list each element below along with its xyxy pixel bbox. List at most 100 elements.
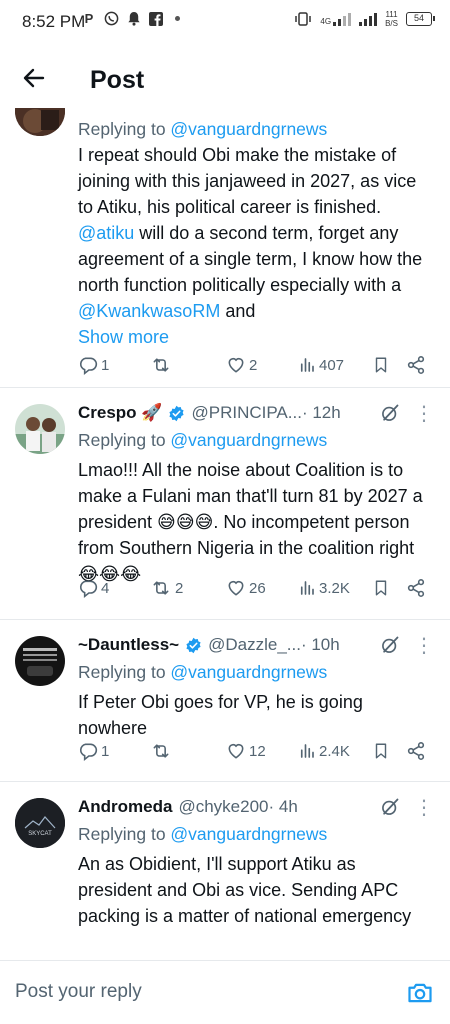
reply-composer: Post your reply bbox=[0, 960, 450, 1024]
replying-to: Replying to @vanguardngrnews bbox=[78, 427, 434, 453]
post-actions: 1 12 2.4K bbox=[78, 738, 434, 764]
share-icon bbox=[407, 742, 425, 760]
reply-post-1[interactable]: Replying to @vanguardngrnews I repeat sh… bbox=[0, 108, 450, 388]
user-handle[interactable]: @Dazzle_... bbox=[208, 635, 301, 655]
avatar-image bbox=[15, 108, 65, 136]
replying-mention-link[interactable]: @vanguardngrnews bbox=[170, 430, 327, 450]
grok-button[interactable] bbox=[378, 399, 402, 427]
bookmark-button[interactable] bbox=[372, 738, 390, 764]
avatar[interactable]: SKYCAT bbox=[15, 798, 65, 848]
status-bar: 8:52 PM P 4G 111 B/S 54 bbox=[0, 0, 450, 44]
post-time[interactable]: · 12h bbox=[302, 403, 341, 423]
reply-post-4[interactable]: SKYCAT Andromeda @chyke200 · 4h ⋮ Replyi… bbox=[0, 782, 450, 960]
display-name[interactable]: Andromeda bbox=[78, 797, 172, 817]
repost-button[interactable] bbox=[150, 352, 175, 378]
share-icon bbox=[407, 579, 425, 597]
avatar[interactable] bbox=[15, 404, 65, 454]
reply-feed[interactable]: Replying to @vanguardngrnews I repeat sh… bbox=[0, 108, 450, 960]
camera-button[interactable] bbox=[406, 979, 434, 1007]
replying-mention-link[interactable]: @vanguardngrnews bbox=[170, 119, 327, 139]
reply-post-3[interactable]: ~Dauntless~ @Dazzle_... · 10h ⋮ Replying… bbox=[0, 620, 450, 782]
display-name[interactable]: Crespo 🚀 bbox=[78, 403, 162, 423]
views-button[interactable]: 407 bbox=[298, 352, 344, 378]
view-count: 3.2K bbox=[319, 579, 350, 597]
post-content: Andromeda @chyke200 · 4h ⋮ Replying to @… bbox=[78, 793, 434, 929]
grok-button[interactable] bbox=[378, 793, 402, 821]
views-chart-icon bbox=[300, 358, 314, 372]
post-actions: 4 2 26 3.2K bbox=[78, 575, 434, 601]
more-options-icon[interactable]: ⋮ bbox=[414, 793, 434, 821]
bookmark-button[interactable] bbox=[372, 575, 390, 601]
views-button[interactable]: 2.4K bbox=[298, 738, 350, 764]
replying-to: Replying to @vanguardngrnews bbox=[78, 659, 434, 685]
avatar[interactable] bbox=[15, 636, 65, 686]
post-text: An as Obidient, I'll support Atiku as pr… bbox=[78, 854, 412, 926]
share-button[interactable] bbox=[406, 575, 426, 601]
signal-bars-1 bbox=[333, 12, 352, 26]
speed-unit: B/S bbox=[385, 19, 398, 28]
views-chart-icon bbox=[300, 744, 314, 758]
network-label: 4G bbox=[320, 17, 332, 26]
display-name[interactable]: ~Dauntless~ bbox=[78, 635, 179, 655]
reply-button[interactable]: 1 bbox=[78, 352, 109, 378]
replying-mention-link[interactable]: @vanguardngrnews bbox=[170, 824, 327, 844]
arrow-left-icon bbox=[23, 68, 45, 88]
like-button[interactable]: 12 bbox=[226, 738, 266, 764]
verified-badge-icon bbox=[186, 637, 201, 653]
like-button[interactable]: 2 bbox=[226, 352, 257, 378]
repost-icon bbox=[153, 744, 169, 758]
bookmark-button[interactable] bbox=[372, 352, 390, 378]
reply-icon bbox=[79, 743, 98, 761]
share-button[interactable] bbox=[406, 352, 426, 378]
share-button[interactable] bbox=[406, 738, 426, 764]
heart-icon bbox=[228, 357, 244, 373]
reply-count: 4 bbox=[101, 579, 110, 597]
replying-label: Replying to bbox=[78, 430, 171, 450]
whatsapp-icon bbox=[104, 11, 119, 26]
repost-button[interactable] bbox=[150, 738, 175, 764]
post-actions: 1 2 407 bbox=[78, 352, 434, 378]
post-text-segment: I repeat should Obi make the mistake of … bbox=[78, 145, 417, 217]
facebook-icon bbox=[149, 11, 163, 26]
views-button[interactable]: 3.2K bbox=[298, 575, 350, 601]
grok-button[interactable] bbox=[378, 631, 402, 659]
post-time[interactable]: · 10h bbox=[301, 635, 340, 655]
heart-icon bbox=[228, 580, 244, 596]
avatar-label: SKYCAT bbox=[28, 831, 52, 837]
replying-mention-link[interactable]: @vanguardngrnews bbox=[170, 662, 327, 682]
more-options-icon[interactable]: ⋮ bbox=[414, 399, 434, 427]
view-count: 407 bbox=[319, 356, 345, 374]
top-bar: Post bbox=[0, 44, 450, 108]
back-button[interactable] bbox=[16, 60, 52, 96]
reply-count: 1 bbox=[101, 356, 110, 374]
reply-post-2[interactable]: Crespo 🚀 @PRINCIPA... · 12h ⋮ Replying t… bbox=[0, 388, 450, 620]
post-content: ~Dauntless~ @Dazzle_... · 10h ⋮ Replying… bbox=[78, 631, 434, 741]
repost-icon bbox=[153, 358, 169, 372]
user-handle[interactable]: @PRINCIPA... bbox=[191, 403, 301, 423]
mention-link-atiku[interactable]: @atiku bbox=[78, 223, 134, 243]
mention-link-kwankwaso[interactable]: @KwankwasoRM bbox=[78, 301, 220, 321]
reply-count: 1 bbox=[101, 742, 110, 760]
status-time: 8:52 PM bbox=[22, 12, 86, 31]
repost-button[interactable]: 2 bbox=[150, 575, 183, 601]
p-app-icon: P bbox=[84, 10, 94, 26]
signal-bars-2 bbox=[359, 12, 378, 26]
avatar[interactable] bbox=[15, 108, 65, 136]
user-handle[interactable]: @chyke200 bbox=[178, 797, 268, 817]
replying-label: Replying to bbox=[78, 119, 171, 139]
more-options-icon[interactable]: ⋮ bbox=[414, 631, 434, 659]
camera-icon bbox=[408, 983, 432, 1003]
view-count: 2.4K bbox=[319, 742, 350, 760]
reply-button[interactable]: 4 bbox=[78, 575, 109, 601]
reply-button[interactable]: 1 bbox=[78, 738, 109, 764]
bookmark-icon bbox=[375, 357, 387, 373]
show-more-link[interactable]: Show more bbox=[78, 324, 434, 350]
reply-input[interactable]: Post your reply bbox=[15, 981, 142, 1003]
system-icons: 4G 111 B/S 54 bbox=[294, 10, 435, 28]
network-type: 4G bbox=[320, 12, 352, 26]
post-time[interactable]: · 4h bbox=[269, 797, 298, 817]
like-button[interactable]: 26 bbox=[226, 575, 266, 601]
repost-count: 2 bbox=[175, 579, 184, 597]
heart-icon bbox=[228, 743, 244, 759]
replying-to: Replying to @vanguardngrnews bbox=[78, 116, 434, 142]
